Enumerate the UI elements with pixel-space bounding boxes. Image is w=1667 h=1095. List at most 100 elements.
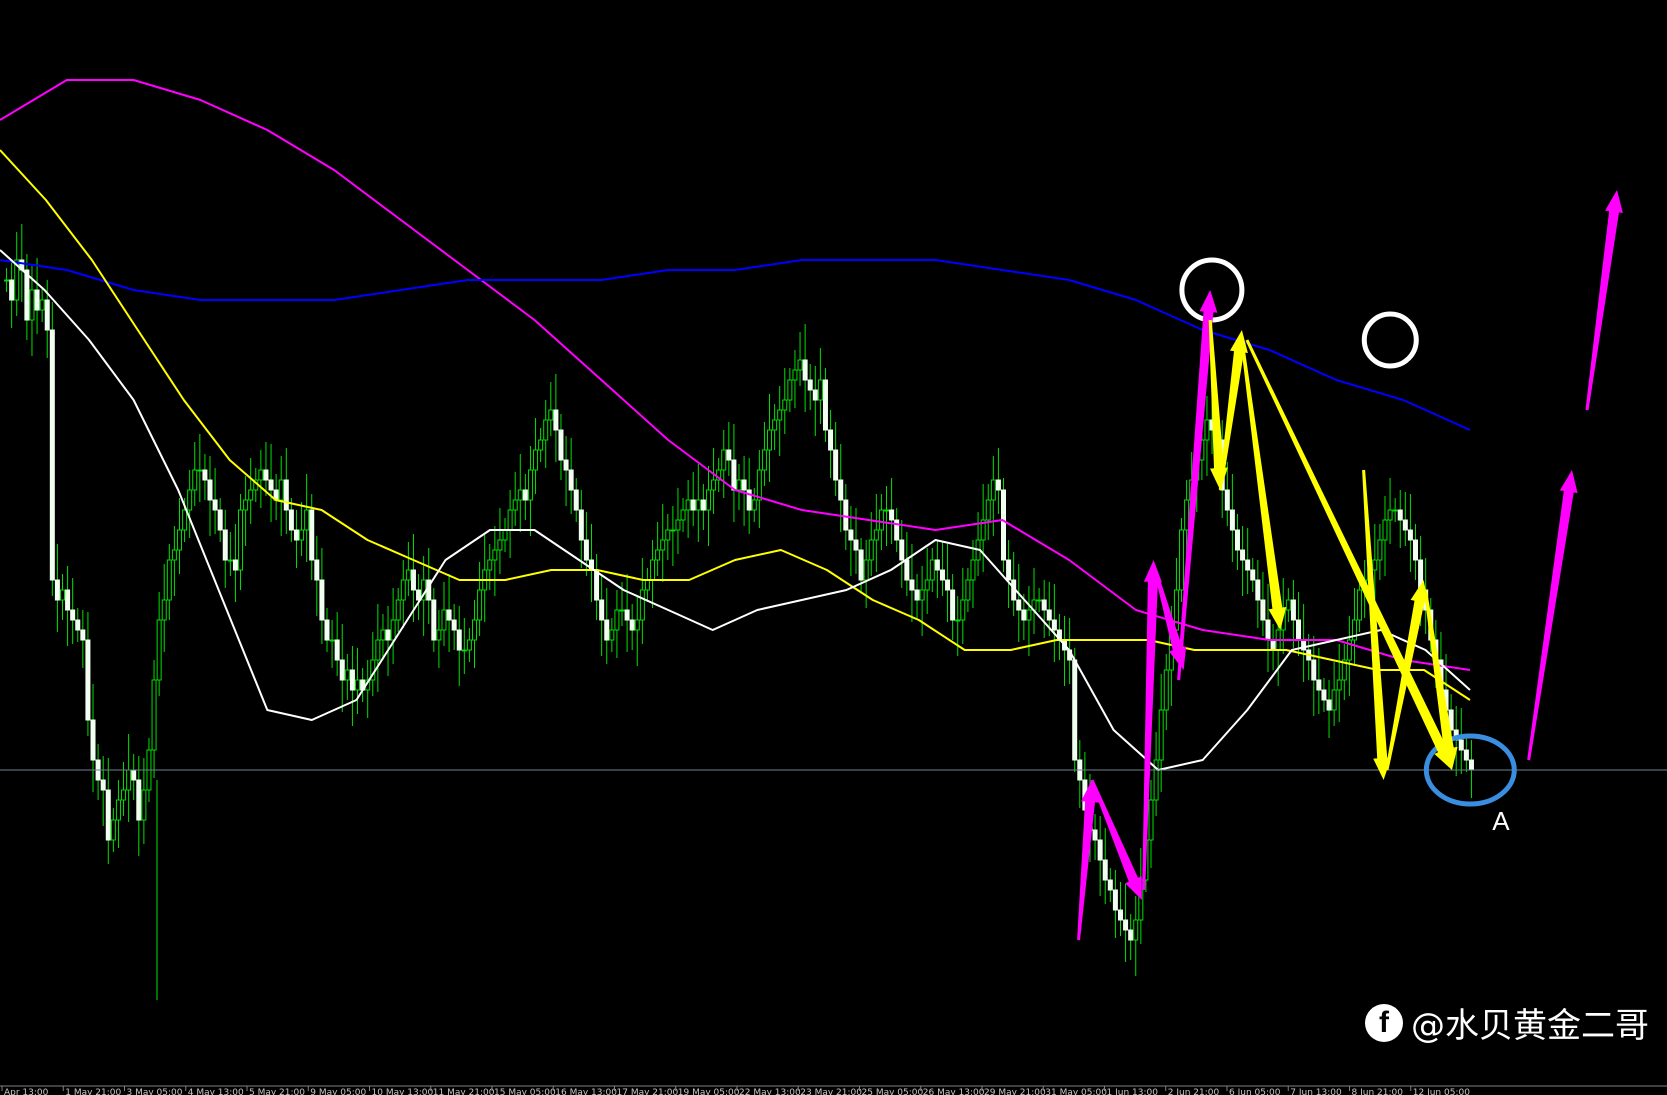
candle-body: [258, 469, 264, 481]
moving-averages: [0, 79, 1471, 771]
candle-body: [385, 629, 391, 641]
candle: [1011, 552, 1017, 616]
candle: [665, 514, 671, 560]
x-tick-label: 11 May 21:00: [433, 1088, 495, 1095]
candle: [131, 754, 137, 800]
candle: [273, 474, 279, 520]
candle: [1341, 644, 1347, 700]
x-tick-label: 29 May 21:00: [984, 1088, 1046, 1095]
candle-body: [909, 579, 915, 591]
x-tick-label: 8 Jun 21:00: [1352, 1088, 1404, 1095]
watermark-handle: @水贝黄金二哥: [1411, 1006, 1649, 1046]
candle-body: [156, 619, 162, 681]
candle: [934, 540, 940, 598]
candle-body: [115, 799, 121, 821]
x-tick-label: 10 May 13:00: [372, 1088, 434, 1095]
candle: [487, 544, 493, 590]
candle: [456, 606, 462, 686]
candle-body: [1290, 599, 1296, 621]
candle: [721, 430, 727, 498]
candle-body: [863, 559, 869, 581]
candle-body: [690, 499, 696, 511]
x-tick-label: 6 Jun 05:00: [1229, 1088, 1281, 1095]
candle: [1179, 518, 1185, 602]
candle-body: [736, 479, 742, 491]
candle-body: [176, 529, 182, 551]
candle: [90, 684, 96, 792]
candle-body: [24, 269, 30, 321]
candle-body: [1072, 659, 1078, 761]
candle: [675, 488, 681, 554]
candle: [1311, 636, 1317, 716]
candle-body: [782, 399, 788, 411]
candle: [894, 508, 900, 552]
candle: [1072, 648, 1078, 772]
candle: [761, 422, 767, 486]
candle: [863, 540, 869, 608]
candle: [685, 480, 691, 538]
candle-body: [1092, 829, 1098, 841]
candle-body: [1158, 709, 1164, 761]
candle-body: [70, 609, 76, 621]
candle-body: [207, 479, 213, 501]
candle: [588, 524, 594, 602]
candle: [990, 456, 996, 536]
candle: [1413, 524, 1419, 580]
candle: [889, 478, 895, 544]
candle: [502, 518, 508, 552]
candle: [726, 422, 732, 476]
candle: [1285, 588, 1291, 622]
candle: [1245, 528, 1251, 594]
candle-body: [380, 629, 386, 641]
candle: [650, 540, 656, 608]
candle: [80, 610, 86, 668]
candle: [431, 588, 437, 652]
candle: [558, 414, 564, 480]
candle-body: [558, 429, 564, 461]
candle: [629, 604, 635, 650]
candle-body: [568, 469, 574, 491]
candle: [49, 302, 55, 596]
candle: [1336, 644, 1342, 722]
candle: [319, 548, 325, 644]
candle-body: [202, 469, 208, 481]
candle-body: [965, 579, 971, 601]
candle-body: [192, 469, 198, 491]
candle-body: [1107, 879, 1113, 891]
x-tick-label: 4 May 13:00: [188, 1088, 244, 1095]
candle-body: [1250, 569, 1256, 581]
candle: [965, 568, 971, 612]
candle: [482, 534, 488, 622]
candle: [1392, 498, 1398, 522]
candle: [54, 544, 60, 632]
candle: [1148, 780, 1154, 868]
candle: [899, 520, 905, 588]
candle: [1133, 896, 1139, 976]
candle-body: [604, 619, 610, 641]
candle: [1255, 560, 1261, 628]
candle-body: [49, 329, 55, 581]
candle: [278, 456, 284, 536]
candle: [736, 464, 742, 510]
candle: [1097, 816, 1103, 896]
candle: [1397, 490, 1403, 548]
candle-body: [1224, 489, 1230, 511]
candle: [711, 448, 717, 514]
candle-body: [1402, 519, 1408, 531]
candle-body: [141, 789, 147, 821]
candle-body: [431, 599, 437, 641]
candle: [65, 566, 71, 646]
candle-body: [934, 559, 940, 571]
candle-body: [945, 579, 951, 591]
candle-body: [222, 529, 228, 561]
candle-body: [594, 569, 600, 601]
candle-body: [914, 589, 920, 601]
candle-body: [1036, 599, 1042, 602]
candle-body: [456, 629, 462, 651]
candle-body: [268, 479, 274, 491]
watermark: f @水贝黄金二哥: [1365, 998, 1649, 1047]
candle-body: [512, 499, 518, 511]
candle-body: [410, 569, 416, 591]
candle-body: [1270, 639, 1276, 651]
candle: [349, 646, 355, 726]
